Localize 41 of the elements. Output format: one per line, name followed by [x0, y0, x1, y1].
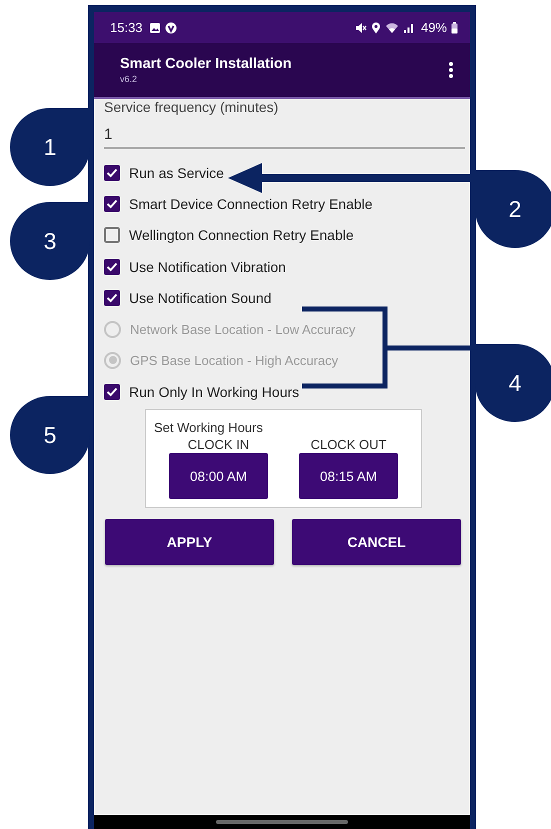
home-handle[interactable]: [216, 820, 348, 824]
frequency-field[interactable]: 1: [104, 115, 465, 149]
mute-icon: [354, 22, 367, 34]
time-button[interactable]: 08:15 AM: [299, 453, 398, 500]
callout-badge: 2: [475, 170, 551, 248]
option-label: Wellington Connection Retry Enable: [129, 227, 354, 244]
checkbox[interactable]: [104, 196, 120, 212]
menu-icon[interactable]: [448, 61, 454, 79]
clock-label: CLOCK IN: [188, 437, 250, 452]
battery-icon: [451, 22, 458, 34]
image-icon: [148, 22, 161, 34]
option-label: Network Base Location - Low Accuracy: [130, 322, 356, 337]
checkbox[interactable]: [104, 384, 120, 400]
app-badge-icon: [164, 22, 177, 34]
option-label: Use Notification Vibration: [129, 258, 286, 275]
panel-title: Set Working Hours: [154, 420, 264, 436]
location-icon: [370, 22, 381, 34]
option-label: Use Notification Sound: [129, 290, 272, 306]
callout-badge: 3: [10, 202, 90, 280]
checkbox[interactable]: [104, 290, 120, 306]
status-time: 15:33: [110, 20, 143, 35]
action-button[interactable]: CANCEL: [292, 519, 461, 566]
signal-icon: [402, 22, 415, 34]
time-button[interactable]: 08:00 AM: [169, 453, 268, 500]
checkbox[interactable]: [104, 164, 120, 181]
battery-percent: 49%: [420, 20, 447, 35]
checkbox[interactable]: [104, 227, 120, 244]
option-label: Smart Device Connection Retry Enable: [129, 196, 373, 212]
app-title: Smart Cooler Installation: [120, 56, 292, 72]
callout-badge: 1: [10, 108, 90, 186]
clock-label: CLOCK OUT: [310, 437, 386, 452]
option-label: Run Only In Working Hours: [129, 384, 300, 400]
callout-badge: 4: [475, 344, 551, 422]
option-label: Run as Service: [129, 164, 224, 181]
callout-badge: 5: [10, 396, 90, 474]
action-button[interactable]: APPLY: [105, 519, 274, 566]
checkbox[interactable]: [104, 258, 120, 275]
option-label: GPS Base Location - High Accuracy: [130, 352, 338, 368]
field-label: Service frequency (minutes): [104, 99, 278, 115]
wifi-icon: [384, 22, 399, 34]
app-version: v6.2: [120, 74, 138, 84]
